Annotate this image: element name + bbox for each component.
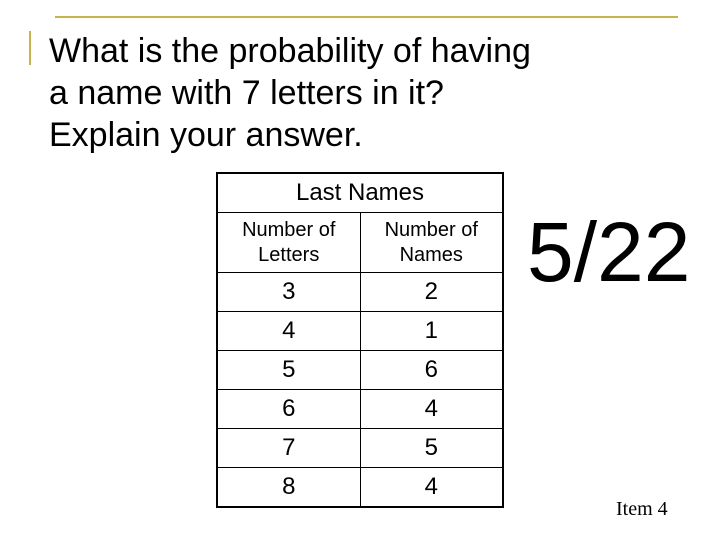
title-accent-bar <box>29 31 31 65</box>
table-row: 41 <box>216 311 504 351</box>
question-line: What is the probability of having <box>49 32 531 70</box>
table-cell: 4 <box>359 467 504 508</box>
table-cell: 3 <box>216 272 361 312</box>
table-row: 75 <box>216 428 504 468</box>
table-cell: 5 <box>216 350 361 390</box>
table-cell: 4 <box>359 389 504 429</box>
table-cell: 6 <box>359 350 504 390</box>
header-names: Number of Names <box>359 212 504 273</box>
table-row: 64 <box>216 389 504 429</box>
question-text: What is the probability of having a name… <box>49 30 531 156</box>
table-row: 84 <box>216 467 504 508</box>
table-row: 56 <box>216 350 504 390</box>
top-divider <box>55 16 678 18</box>
table-cell: 1 <box>359 311 504 351</box>
question-line: Explain your answer. <box>49 116 363 154</box>
table-cell: 2 <box>359 272 504 312</box>
table-cell: 4 <box>216 311 361 351</box>
table-cell: 5 <box>359 428 504 468</box>
last-names-table: Last Names Number of Letters Number of Na… <box>216 172 504 508</box>
item-label: Item 4 <box>616 498 668 520</box>
header-letters: Number of Letters <box>216 212 361 273</box>
table-title: Last Names <box>216 172 504 213</box>
table-cell: 6 <box>216 389 361 429</box>
answer: 5/22 <box>527 205 691 299</box>
table-cell: 8 <box>216 467 361 508</box>
question-line: a name with 7 letters in it? <box>49 74 444 112</box>
table-cell: 7 <box>216 428 361 468</box>
table-row: 32 <box>216 272 504 312</box>
